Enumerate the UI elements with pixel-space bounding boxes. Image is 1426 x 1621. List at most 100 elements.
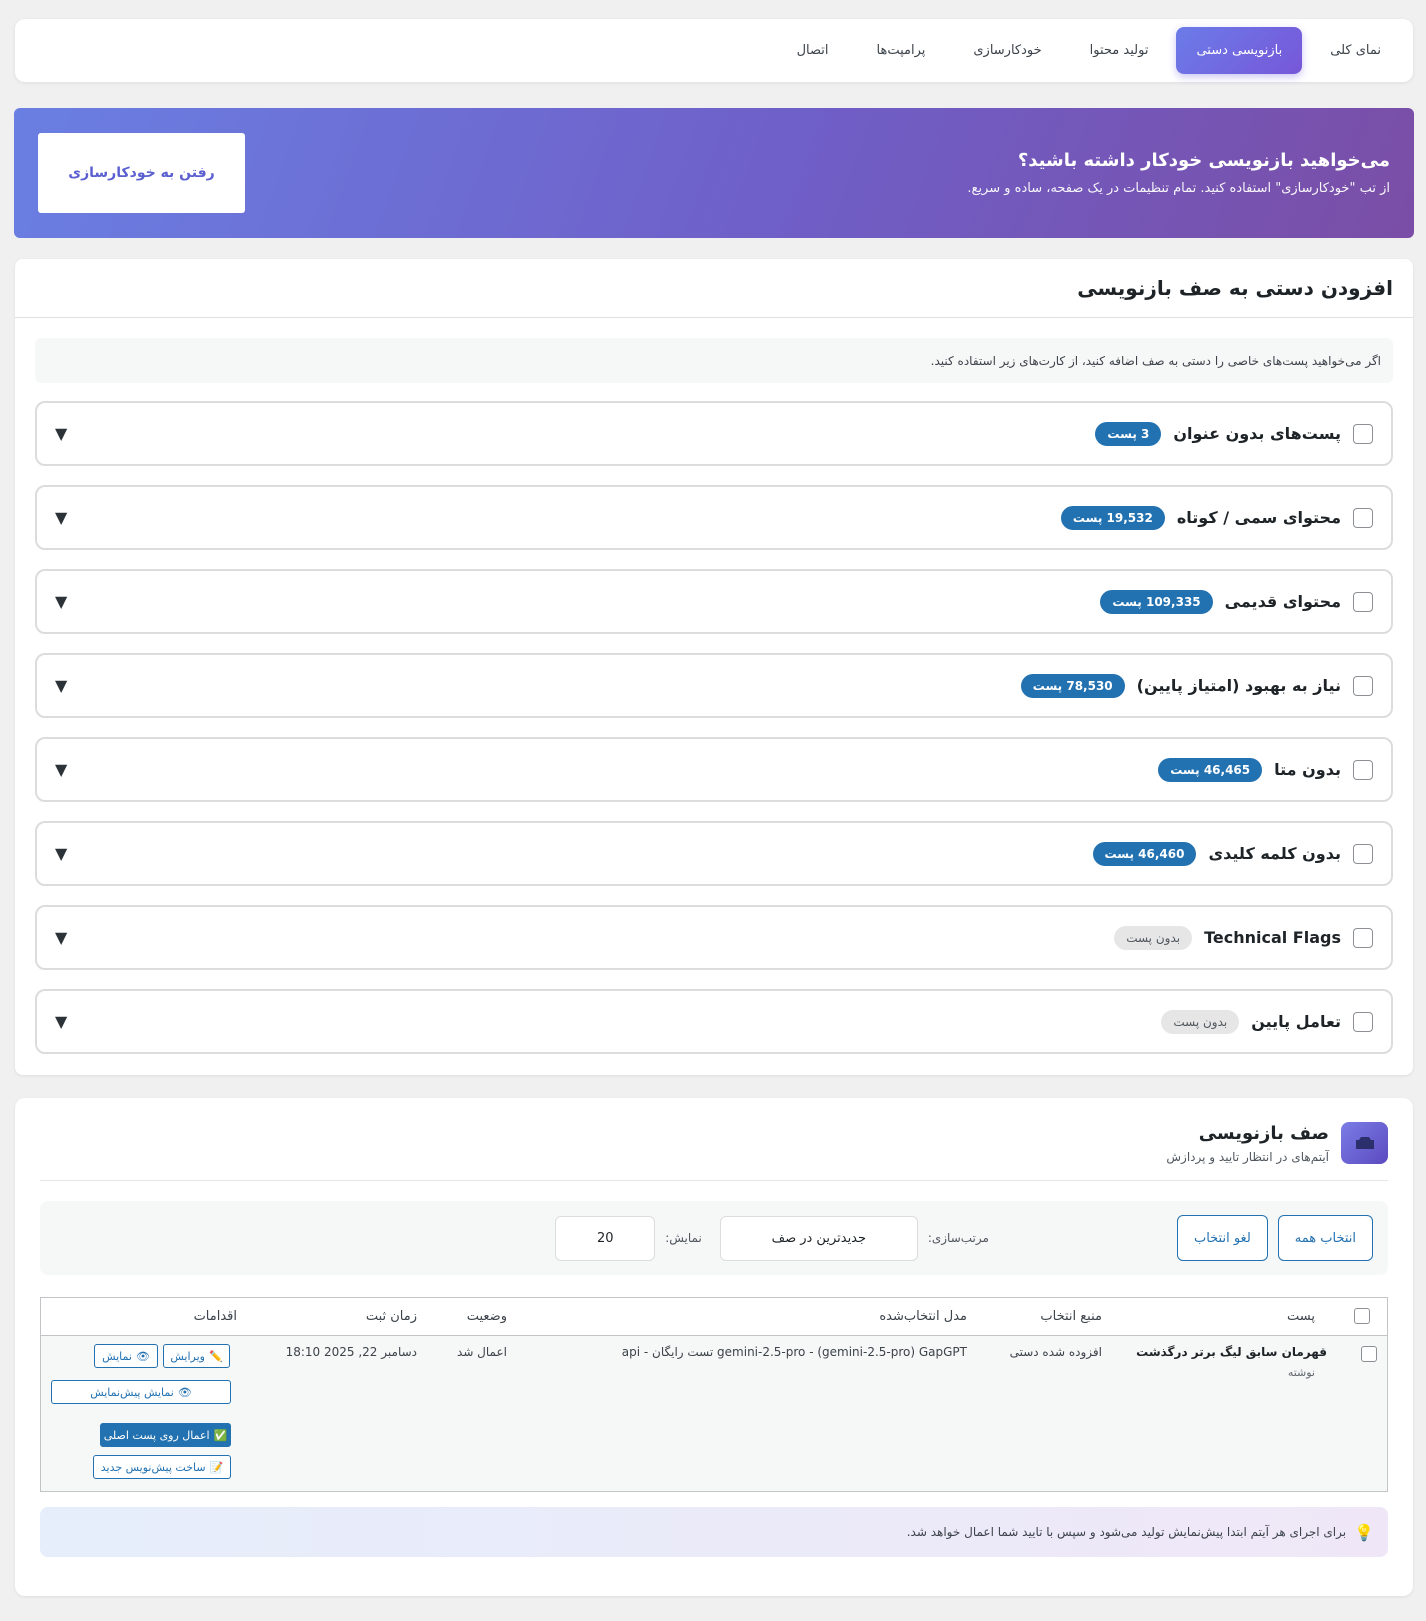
apply-to-original-button[interactable]: ✅ اعمال روی پست اصلی <box>100 1423 231 1447</box>
preview-label: نمایش پیش‌نمایش <box>90 1385 174 1399</box>
category-card[interactable]: بدون متا 46,465 پست ▼ <box>35 737 1393 802</box>
post-title-link[interactable]: قهرمان سابق لیگ برتر درگذشت <box>1136 1345 1327 1359</box>
automation-banner: می‌خواهید بازنویسی خودکار داشته باشید؟ ا… <box>14 108 1414 238</box>
expand-arrow-icon[interactable]: ▼ <box>55 760 67 779</box>
memo-icon: 📝 <box>209 1460 224 1474</box>
table-row: قهرمان سابق لیگ برتر درگذشت نوشته افزوده… <box>41 1336 1387 1491</box>
source-value: افزوده شده دستی <box>1009 1345 1102 1359</box>
sort-label: مرتب‌سازی: <box>927 1231 989 1245</box>
queue-header: صف بازنویسی آیتم‌های در انتظار تایید و پ… <box>40 1098 1388 1181</box>
category-checkbox[interactable] <box>1353 675 1373 696</box>
show-count-input[interactable]: 20 <box>555 1215 656 1261</box>
tab-automation[interactable]: خودکارسازی <box>953 27 1061 74</box>
category-card[interactable]: محتوای قدیمی 109,335 پست ▼ <box>35 569 1393 634</box>
category-card[interactable]: پست‌های بدون عنوان 3 پست ▼ <box>35 401 1393 466</box>
eye-icon: 👁 <box>177 1385 192 1399</box>
category-card[interactable]: Technical Flags بدون پست ▼ <box>35 905 1393 970</box>
show-count-label: نمایش: <box>665 1231 702 1245</box>
column-source: منبع انتخاب <box>1040 1309 1102 1324</box>
top-tab-bar: نمای کلی بازنویسی دستی تولید محتوا خودکا… <box>15 19 1413 82</box>
post-count-badge: 46,465 پست <box>1158 757 1263 782</box>
category-name: Technical Flags <box>1204 928 1341 947</box>
post-count-badge: 3 پست <box>1095 421 1162 446</box>
edit-label: ویرایش <box>170 1349 205 1363</box>
select-all-checkbox[interactable] <box>1354 1308 1370 1324</box>
post-count-badge: 109,335 پست <box>1100 589 1213 614</box>
column-post: پست <box>1287 1309 1315 1324</box>
category-checkbox[interactable] <box>1353 759 1373 780</box>
deselect-button[interactable]: لغو انتخاب <box>1176 1215 1268 1261</box>
panel-title: افزودن دستی به صف بازنویسی <box>15 259 1413 318</box>
select-all-button[interactable]: انتخاب همه <box>1277 1215 1373 1261</box>
column-model: مدل انتخاب‌شده <box>879 1309 967 1324</box>
column-actions: اقدامات <box>193 1309 237 1324</box>
column-status: وضعیت <box>466 1309 507 1324</box>
rewrite-queue-panel: صف بازنویسی آیتم‌های در انتظار تایید و پ… <box>15 1098 1413 1596</box>
expand-arrow-icon[interactable]: ▼ <box>55 928 67 947</box>
category-card[interactable]: محتوای سمی / کوتاه 19,532 پست ▼ <box>35 485 1393 550</box>
checkmark-icon: ✅ <box>213 1428 228 1442</box>
expand-arrow-icon[interactable]: ▼ <box>55 424 67 443</box>
category-card[interactable]: بدون کلمه کلیدی 46,460 پست ▼ <box>35 821 1393 886</box>
post-count-badge: 19,532 پست <box>1060 505 1165 530</box>
banner-text: می‌خواهید بازنویسی خودکار داشته باشید؟ ا… <box>967 150 1390 196</box>
category-card[interactable]: تعامل پایین بدون پست ▼ <box>35 989 1393 1054</box>
category-name: محتوای قدیمی <box>1224 592 1341 611</box>
queue-toolbar: انتخاب همه لغو انتخاب مرتب‌سازی: جدیدتری… <box>40 1201 1388 1275</box>
view-button[interactable]: 👁 نمایش <box>94 1344 158 1368</box>
queue-icon <box>1341 1122 1388 1164</box>
post-count-badge: 46,460 پست <box>1092 841 1197 866</box>
go-to-automation-button[interactable]: رفتن به خودکارسازی <box>38 133 245 213</box>
banner-title: می‌خواهید بازنویسی خودکار داشته باشید؟ <box>1017 150 1390 171</box>
no-posts-badge: بدون پست <box>1114 925 1193 950</box>
status-value: اعمال شد <box>457 1345 507 1359</box>
category-card[interactable]: نیاز به بهبود (امتیاز پایین) 78,530 پست … <box>35 653 1393 718</box>
eye-icon: 👁 <box>135 1349 150 1363</box>
category-name: پست‌های بدون عنوان <box>1173 424 1341 443</box>
view-label: نمایش <box>102 1349 132 1363</box>
tab-content-generation[interactable]: تولید محتوا <box>1070 27 1169 74</box>
draft-label: ساخت پیش‌نویس جدید <box>100 1460 206 1474</box>
queue-title: صف بازنویسی <box>1198 1122 1329 1144</box>
category-name: بدون متا <box>1274 760 1341 779</box>
model-value: gemini-2.5-pro - (gemini-2.5-pro) GapGPT… <box>621 1345 967 1359</box>
queue-table: پست منبع انتخاب مدل انتخاب‌شده وضعیت زما… <box>40 1297 1388 1492</box>
lightbulb-icon: 💡 <box>1354 1522 1374 1542</box>
tab-prompts[interactable]: پرامپت‌ها <box>857 27 946 74</box>
tip-text: برای اجرای هر آیتم ابتدا پیش‌نمایش تولید… <box>906 1525 1347 1539</box>
sort-select[interactable]: جدیدترین در صف <box>719 1215 918 1261</box>
preview-button[interactable]: 👁 نمایش پیش‌نمایش <box>51 1380 231 1404</box>
expand-arrow-icon[interactable]: ▼ <box>55 592 67 611</box>
manual-notice: اگر می‌خواهید پست‌های خاصی را دستی به صف… <box>35 338 1393 383</box>
edit-button[interactable]: ✏️ ویرایش <box>163 1344 230 1368</box>
time-value: دسامبر 22, 2025 18:10 <box>285 1345 417 1359</box>
new-draft-button[interactable]: 📝 ساخت پیش‌نویس جدید <box>93 1455 231 1479</box>
queue-subtitle: آیتم‌های در انتظار تایید و پردازش <box>1166 1149 1329 1164</box>
post-type: نوشته <box>1287 1366 1315 1379</box>
category-checkbox[interactable] <box>1353 843 1373 864</box>
category-name: بدون کلمه کلیدی <box>1208 844 1341 863</box>
expand-arrow-icon[interactable]: ▼ <box>55 844 67 863</box>
row-checkbox[interactable] <box>1361 1346 1377 1362</box>
info-tip: 💡 برای اجرای هر آیتم ابتدا پیش‌نمایش تول… <box>40 1507 1388 1557</box>
tab-manual-rewrite[interactable]: بازنویسی دستی <box>1176 27 1303 74</box>
manual-add-panel: افزودن دستی به صف بازنویسی اگر می‌خواهید… <box>15 259 1413 1075</box>
category-checkbox[interactable] <box>1353 591 1373 612</box>
pencil-icon: ✏️ <box>208 1349 223 1363</box>
category-name: محتوای سمی / کوتاه <box>1176 508 1341 527</box>
category-name: تعامل پایین <box>1251 1012 1341 1031</box>
column-time: زمان ثبت <box>365 1309 417 1324</box>
category-checkbox[interactable] <box>1353 927 1373 948</box>
category-checkbox[interactable] <box>1353 507 1373 528</box>
category-checkbox[interactable] <box>1353 423 1373 444</box>
tab-connection[interactable]: اتصال <box>777 27 849 74</box>
expand-arrow-icon[interactable]: ▼ <box>55 508 67 527</box>
category-checkbox[interactable] <box>1353 1011 1373 1032</box>
tab-overview[interactable]: نمای کلی <box>1310 27 1401 74</box>
post-count-badge: 78,530 پست <box>1020 673 1125 698</box>
expand-arrow-icon[interactable]: ▼ <box>55 1012 67 1031</box>
no-posts-badge: بدون پست <box>1161 1009 1240 1034</box>
table-header-row: پست منبع انتخاب مدل انتخاب‌شده وضعیت زما… <box>41 1298 1387 1336</box>
banner-subtitle: از تب "خودکارسازی" استفاده کنید. تمام تن… <box>967 181 1390 196</box>
expand-arrow-icon[interactable]: ▼ <box>55 676 67 695</box>
